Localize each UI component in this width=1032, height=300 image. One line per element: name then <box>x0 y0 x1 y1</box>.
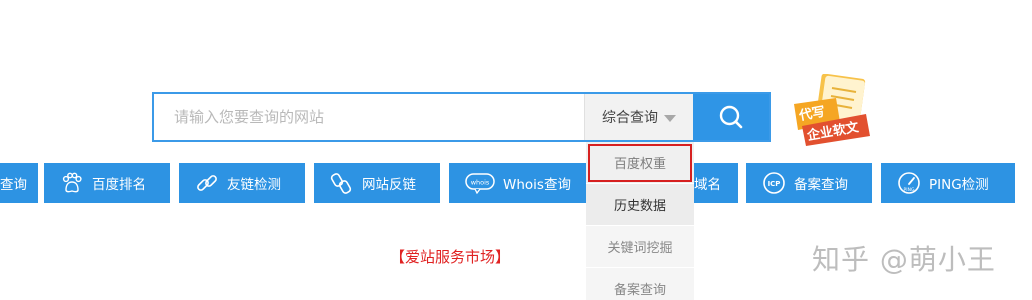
tool-button-icp[interactable]: ICP 备案查询 <box>746 163 872 203</box>
tool-button-link-check[interactable]: 友链检测 <box>179 163 305 203</box>
search-bar: 综合查询 <box>152 92 771 142</box>
svg-text:whois: whois <box>471 179 490 187</box>
link-chain-icon <box>195 171 219 195</box>
search-mode-label: 综合查询 <box>602 110 658 126</box>
tool-label-ping: PING检测 <box>929 177 989 193</box>
service-market-link[interactable]: 【爱站服务市场】 <box>390 246 510 267</box>
tool-label-icp: 备案查询 <box>794 177 848 193</box>
page: 代写 企业软文 综合查询 查询 <box>0 0 1032 300</box>
search-button[interactable] <box>693 94 769 140</box>
tool-button-baidu-rank[interactable]: 百度排名 <box>44 163 170 203</box>
search-mode-dropdown: 百度权重 历史数据 关键词挖掘 备案查询 <box>586 142 694 300</box>
tool-button-whois[interactable]: whois Whois查询 <box>449 163 587 203</box>
tool-label-query: 查询 <box>0 177 27 193</box>
dropdown-item-baidu-weight[interactable]: 百度权重 <box>586 142 694 184</box>
dropdown-item-icp-query[interactable]: 备案查询 <box>586 268 694 300</box>
tool-button-ping[interactable]: PING PING检测 <box>881 163 1015 203</box>
dropdown-item-keyword-mining[interactable]: 关键词挖掘 <box>586 226 694 268</box>
search-icon <box>719 105 743 129</box>
promo-badge[interactable]: 代写 企业软文 <box>788 73 874 148</box>
tool-button-query[interactable]: 查询 <box>0 163 38 203</box>
dropdown-item-history[interactable]: 历史数据 <box>586 184 694 226</box>
baidu-paw-icon <box>60 171 84 195</box>
svg-text:PING: PING <box>904 187 915 193</box>
search-input[interactable] <box>154 94 584 140</box>
backlink-icon <box>330 171 354 195</box>
search-mode-select[interactable]: 综合查询 <box>584 94 693 140</box>
tool-button-backlinks[interactable]: 网站反链 <box>314 163 440 203</box>
tool-label-baidu-rank: 百度排名 <box>92 177 146 193</box>
icp-icon: ICP <box>762 171 786 195</box>
ping-gauge-icon: PING <box>897 171 921 195</box>
whois-bubble-icon: whois <box>465 171 495 195</box>
watermark-text: 知乎 @萌小王 <box>812 243 996 276</box>
tool-label-backlinks: 网站反链 <box>362 177 416 193</box>
tool-label-link-check: 友链检测 <box>227 177 281 193</box>
tool-label-whois: Whois查询 <box>503 177 571 193</box>
svg-text:ICP: ICP <box>768 180 781 188</box>
chevron-down-icon <box>664 114 676 122</box>
tool-label-domain: 域名 <box>694 177 721 193</box>
